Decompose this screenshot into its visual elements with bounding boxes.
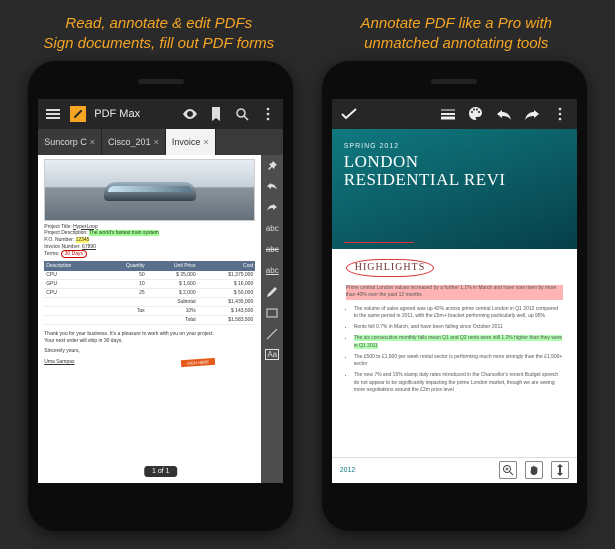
thanks-text: Thank you for your business. It's a plea… (44, 331, 255, 345)
cover-subtitle: SPRING 2012 (344, 143, 565, 150)
document-tab[interactable]: Invoice× (166, 129, 216, 155)
zoom-in-icon[interactable] (499, 461, 517, 479)
line-icon[interactable] (265, 327, 279, 341)
bookmark-icon[interactable] (207, 107, 225, 121)
close-icon[interactable]: × (154, 137, 159, 147)
bullet-item: The six consecutive monthly falls mean Q… (354, 335, 563, 350)
app-topbar: PDF Max (38, 99, 283, 129)
view-icon[interactable] (181, 109, 199, 119)
bullet-item: The volume of sales agreed was up 42% ac… (354, 306, 563, 321)
text-abc-icon[interactable]: abc (265, 222, 279, 236)
page-indicator[interactable]: 1 of 1 (144, 466, 178, 477)
screen-left: PDF Max Suncorp C×Cisco_201×Invoice× (38, 99, 283, 483)
undo-icon[interactable] (495, 108, 513, 120)
document-content: SPRING 2012 LONDONRESIDENTIAL REVI HIGHL… (332, 129, 577, 483)
caption-left: Read, annotate & edit PDFsSign documents… (16, 14, 302, 55)
document-content: Project Title: HyperLoop Project Descrip… (38, 155, 261, 483)
document-tab[interactable]: Suncorp C× (38, 129, 102, 155)
redo-icon[interactable] (265, 201, 279, 215)
document-cover: SPRING 2012 LONDONRESIDENTIAL REVI (332, 129, 577, 249)
redo-icon[interactable] (523, 108, 541, 120)
rect-icon[interactable] (265, 306, 279, 320)
palette-icon[interactable] (467, 106, 485, 121)
highlights-heading: HIGHLIGHTS (346, 259, 435, 278)
bullet-item: Rents fell 0.7% in March, and have been … (354, 324, 563, 331)
pan-hand-icon[interactable] (525, 461, 543, 479)
bullet-item: The new 7% and 15% stamp duty rates intr… (354, 372, 563, 394)
overflow-icon[interactable] (259, 107, 277, 121)
phone-right: SPRING 2012 LONDONRESIDENTIAL REVI HIGHL… (322, 61, 587, 531)
hamburger-icon[interactable] (44, 113, 62, 115)
table-row: CPU25$ 2,000$ 50,000 (44, 289, 255, 298)
textbox-icon[interactable]: Aa (265, 348, 279, 362)
underline-annotation (344, 242, 414, 243)
pen-icon[interactable] (265, 285, 279, 299)
bullet-item: The £500 to £1,500 per week rental secto… (354, 354, 563, 369)
footer-text: 2012 (340, 467, 356, 474)
overflow-icon[interactable] (551, 107, 569, 121)
annotation-toolbar: abc abc abc Aa (261, 155, 283, 483)
phone-left: PDF Max Suncorp C×Cisco_201×Invoice× (28, 61, 293, 531)
app-logo-icon (70, 106, 86, 122)
undo-icon[interactable] (265, 180, 279, 194)
cover-title: LONDONRESIDENTIAL REVI (344, 153, 565, 190)
invoice-table: DescriptionQuantityUnit PriceCost CPU50$… (44, 261, 255, 325)
check-icon[interactable] (340, 108, 358, 120)
phone-speaker (138, 79, 184, 84)
table-row: CPU50$ 25,000$1,375,000 (44, 271, 255, 280)
phone-speaker (431, 79, 477, 84)
signature: Uma Sampas (44, 359, 74, 365)
document-footer: 2012 (332, 457, 577, 483)
document-tab[interactable]: Cisco_201× (102, 129, 166, 155)
close-icon[interactable]: × (203, 137, 208, 147)
pin-icon[interactable] (265, 159, 279, 173)
app-title: PDF Max (94, 108, 140, 120)
table-row: GPU10$ 1,600$ 16,000 (44, 280, 255, 289)
caption-right: Annotate PDF like a Pro withunmatched an… (313, 14, 599, 55)
thickness-icon[interactable] (439, 108, 457, 120)
fit-height-icon[interactable] (551, 461, 569, 479)
underline-icon[interactable]: abc (265, 264, 279, 278)
document-tabs: Suncorp C×Cisco_201×Invoice× (38, 129, 283, 155)
highlight-line: Prime central London values increased by… (346, 285, 563, 300)
annotate-topbar (332, 99, 577, 129)
screen-right: SPRING 2012 LONDONRESIDENTIAL REVI HIGHL… (332, 99, 577, 483)
search-icon[interactable] (233, 107, 251, 121)
document-image (44, 159, 255, 221)
sign-stamp: SIGN HERE (181, 358, 215, 367)
strike-icon[interactable]: abc (265, 243, 279, 257)
close-icon[interactable]: × (90, 137, 95, 147)
